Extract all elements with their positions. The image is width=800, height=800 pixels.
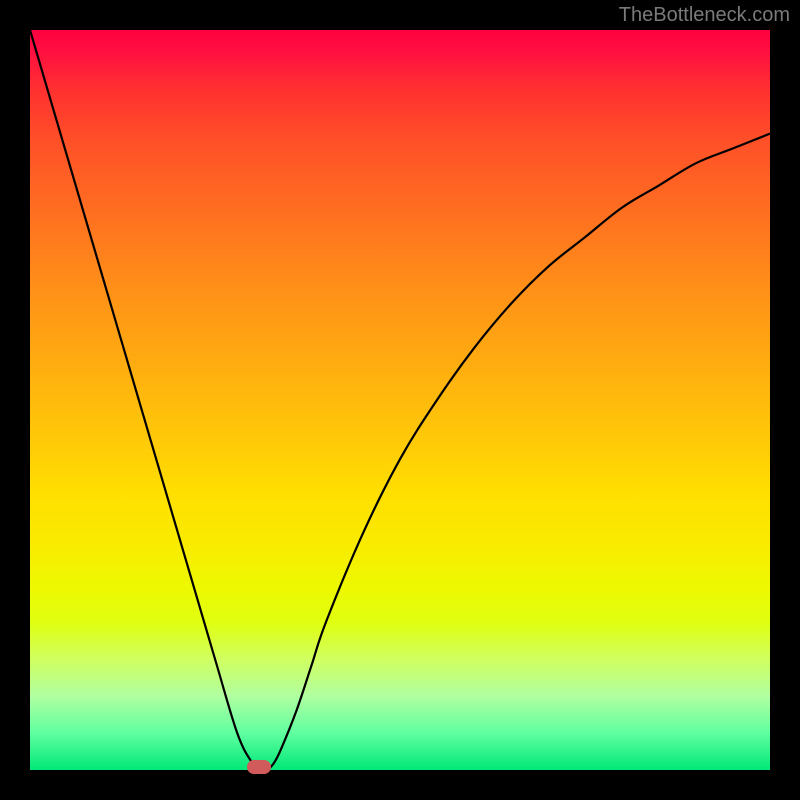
chart-container: TheBottleneck.com	[0, 0, 800, 800]
plot-area	[30, 30, 770, 770]
curve-svg	[30, 30, 770, 770]
minimum-marker	[247, 760, 271, 774]
bottleneck-curve	[30, 30, 770, 770]
attribution-text: TheBottleneck.com	[619, 4, 790, 27]
